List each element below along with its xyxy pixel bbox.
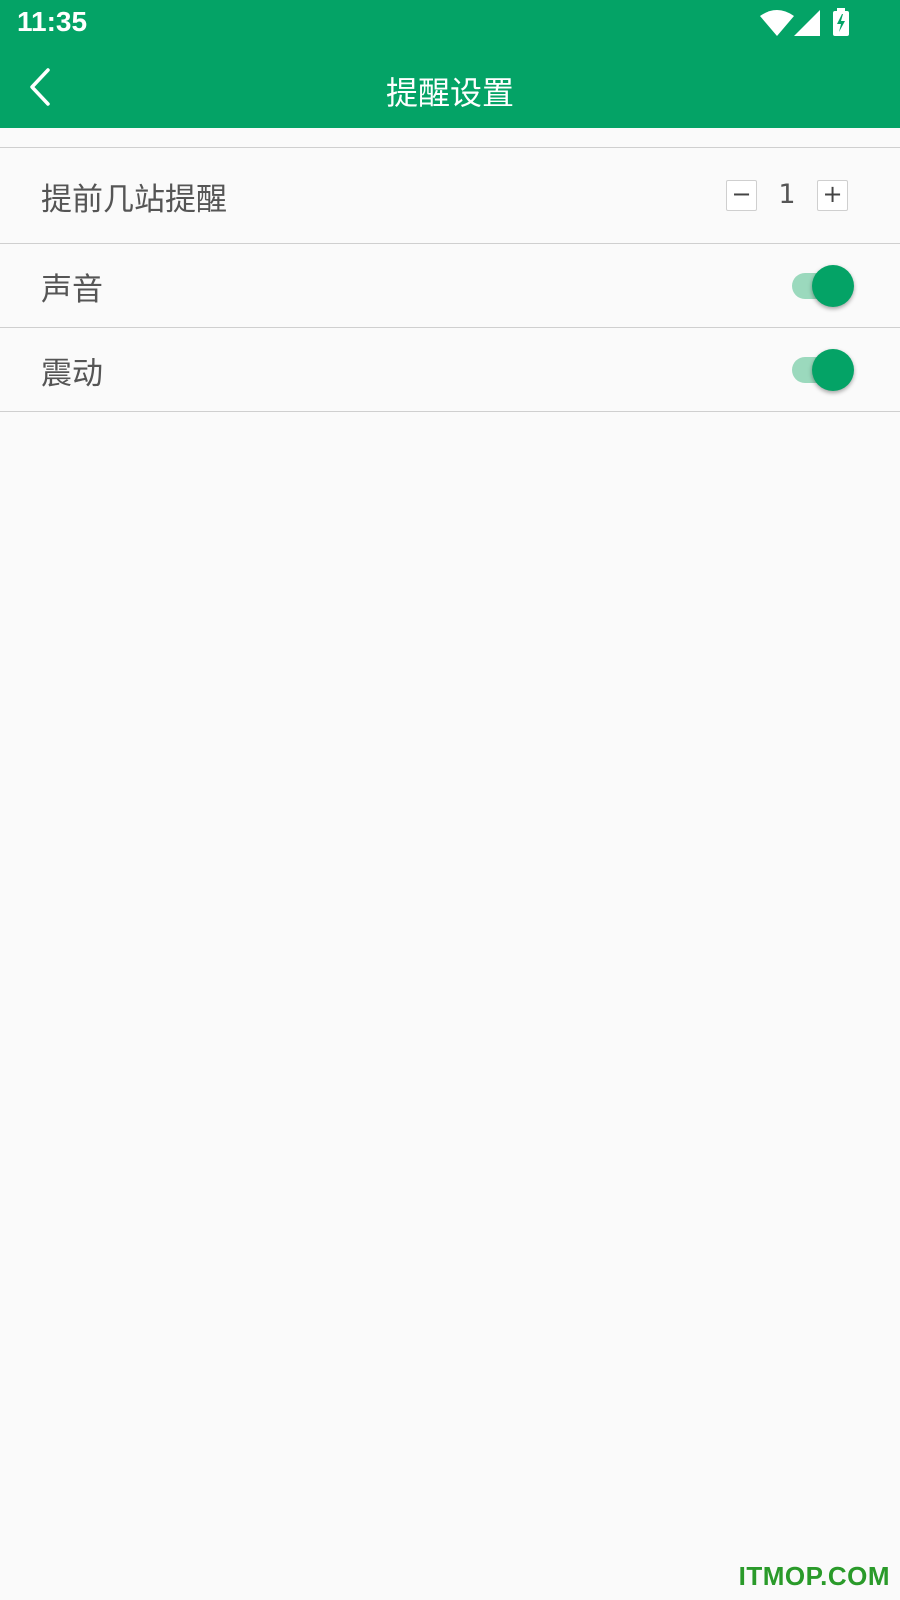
app-bar: 11:35 提醒设置 <box>0 0 900 128</box>
toggle-thumb <box>812 349 854 391</box>
increment-button[interactable]: + <box>817 180 848 211</box>
setting-row-sound: 声音 <box>0 244 900 328</box>
watermark-logo: ITMOP.COM <box>738 1561 890 1591</box>
stations-ahead-stepper: − 1 + <box>726 179 848 212</box>
wifi-icon <box>760 10 794 36</box>
sound-toggle[interactable] <box>792 265 854 307</box>
setting-row-vibration: 震动 <box>0 328 900 412</box>
page-title: 提醒设置 <box>385 74 514 112</box>
stations-ahead-value: 1 <box>778 179 796 210</box>
status-time: 11:35 <box>17 6 88 37</box>
setting-row-stations-ahead: 提前几站提醒 − 1 + <box>0 148 900 244</box>
vibration-toggle[interactable] <box>792 349 854 391</box>
stations-ahead-label: 提前几站提醒 <box>41 182 227 218</box>
decrement-button[interactable]: − <box>726 180 757 211</box>
signal-icon <box>794 10 820 36</box>
status-icons <box>760 8 860 38</box>
toggle-thumb <box>812 265 854 307</box>
battery-charging-icon <box>833 8 849 36</box>
sound-label: 声音 <box>41 272 103 308</box>
vibration-label: 震动 <box>41 356 103 392</box>
